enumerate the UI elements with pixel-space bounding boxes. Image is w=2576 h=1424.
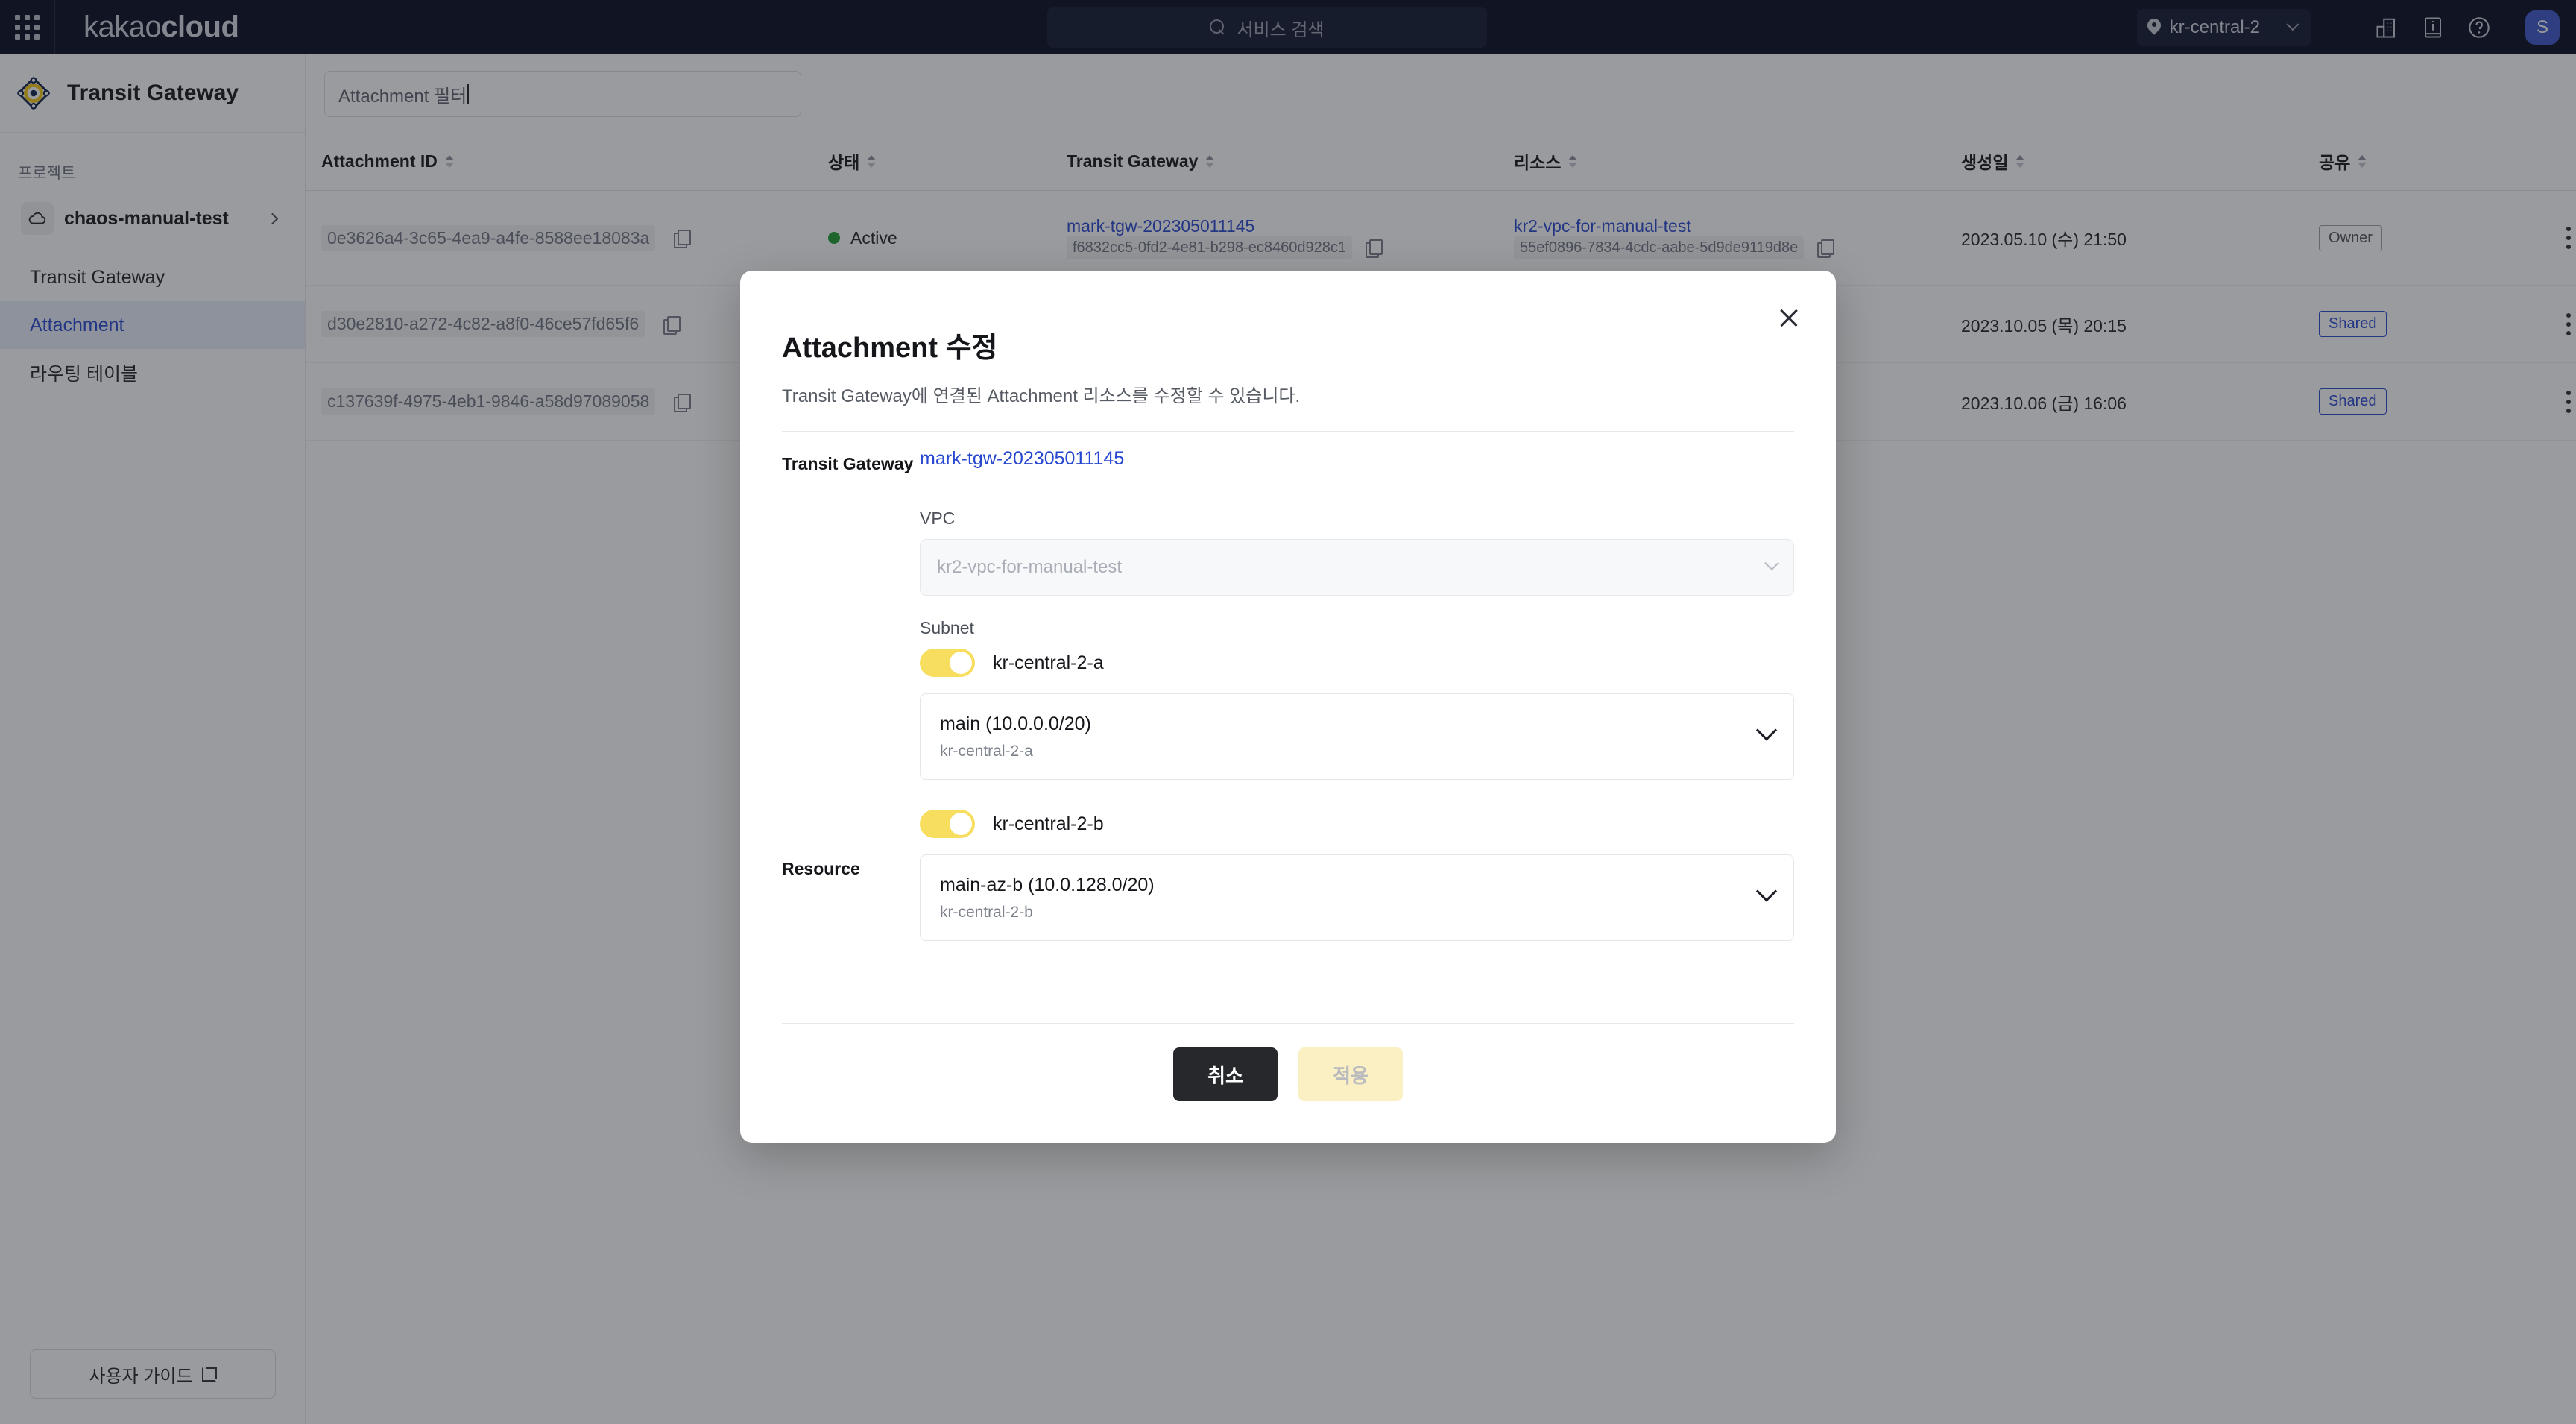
resource-label: Resource	[782, 508, 920, 879]
vpc-selected-value: kr2-vpc-for-manual-test	[937, 557, 1123, 577]
modal-divider-top	[782, 431, 1794, 432]
subnet-select-a-title: main (10.0.0.0/20)	[940, 713, 1091, 734]
toggle-knob	[950, 652, 972, 674]
subnet-toggle-kr-central-2-a[interactable]	[920, 649, 975, 677]
subnet-select-b-text: main-az-b (10.0.128.0/20) kr-central-2-b	[940, 875, 1759, 921]
close-icon	[1778, 306, 1800, 329]
subnet-select-b-sub: kr-central-2-b	[940, 903, 1033, 921]
app-root: kakaocloud 서비스 검색 kr-central-2 S Transit…	[0, 0, 2576, 1424]
modal-divider-bottom	[782, 1023, 1794, 1024]
subnet-select-b[interactable]: main-az-b (10.0.128.0/20) kr-central-2-b	[920, 854, 1794, 941]
subnet-select-a-text: main (10.0.0.0/20) kr-central-2-a	[940, 713, 1759, 760]
subnet-toggle-row-a: kr-central-2-a	[920, 649, 1794, 677]
vpc-select: kr2-vpc-for-manual-test	[920, 539, 1794, 596]
resource-controls: VPC kr2-vpc-for-manual-test Subnet kr-ce…	[920, 508, 1794, 941]
chevron-down-icon	[1755, 880, 1778, 902]
form-row-resource: Resource VPC kr2-vpc-for-manual-test Sub…	[782, 508, 1794, 941]
subnet-az-label-a: kr-central-2-a	[993, 652, 1104, 673]
resource-label-text: Resource	[782, 859, 860, 878]
close-button[interactable]	[1769, 297, 1809, 338]
toggle-knob	[950, 813, 972, 835]
apply-button[interactable]: 적용	[1298, 1047, 1403, 1101]
transit-gateway-label: Transit Gateway	[782, 454, 914, 473]
subnet-toggle-row-b: kr-central-2-b	[920, 810, 1794, 838]
cancel-button[interactable]: 취소	[1173, 1047, 1278, 1101]
chevron-down-icon	[1764, 555, 1779, 571]
subnet-az-label-b: kr-central-2-b	[993, 813, 1104, 834]
form-row-transit-gateway: Transit Gateway mark-tgw-202305011145	[782, 448, 1794, 474]
subnet-select-a-sub: kr-central-2-a	[940, 742, 1033, 760]
modal-actions: 취소 적용	[740, 1047, 1836, 1101]
attachment-edit-modal: Attachment 수정 Transit Gateway에 연결된 Attac…	[740, 271, 1836, 1143]
subnet-label: Subnet	[920, 618, 974, 637]
chevron-down-icon	[1755, 719, 1778, 741]
transit-gateway-link[interactable]: mark-tgw-202305011145	[920, 448, 1124, 469]
vpc-label: VPC	[920, 508, 956, 528]
subnet-select-b-title: main-az-b (10.0.128.0/20)	[940, 874, 1155, 895]
modal-form: Transit Gateway mark-tgw-202305011145 Re…	[782, 448, 1794, 941]
modal-title: Attachment 수정	[782, 333, 998, 364]
modal-description: Transit Gateway에 연결된 Attachment 리소스를 수정할…	[782, 386, 1301, 406]
subnet-select-a[interactable]: main (10.0.0.0/20) kr-central-2-a	[920, 693, 1794, 780]
transit-gateway-value-wrap: mark-tgw-202305011145	[920, 448, 1794, 470]
subnet-toggle-kr-central-2-b[interactable]	[920, 810, 975, 838]
